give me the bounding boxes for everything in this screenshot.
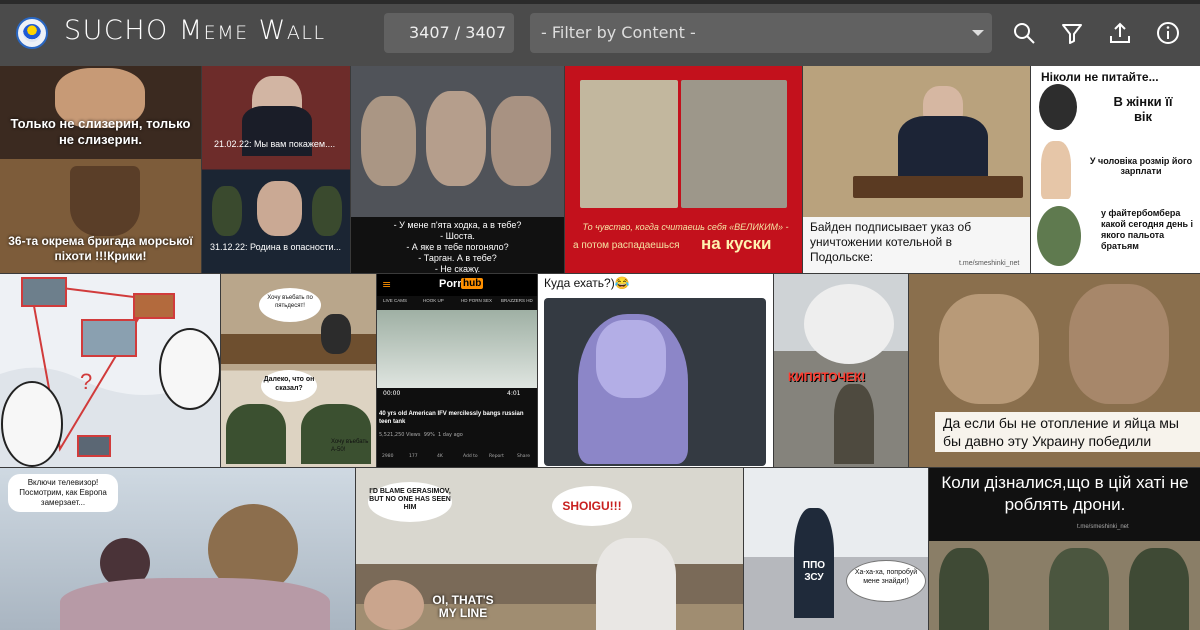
meme-caption: У чоловіка розмір його зарплати bbox=[1089, 156, 1193, 176]
meme-caption: 31.12.22: Родина в опасности... bbox=[210, 242, 341, 252]
meme-tile-video-site-parody[interactable]: ≡ Porn hub LIVE CAMS HOOK UP HD PORN SEX… bbox=[377, 274, 537, 467]
meme-caption: В жінки її вік bbox=[1113, 94, 1173, 124]
meme-caption: у файтербомбера какой сегодня день і яко… bbox=[1101, 208, 1194, 251]
video-stats: 5,521,250 Views 99% 1 day ago bbox=[379, 432, 463, 438]
meme-label: ППО ЗСУ bbox=[802, 560, 826, 583]
meme-caption: КИПЯТОЧЕК! bbox=[788, 370, 866, 384]
meme-tile-heating-and-eggs[interactable]: Да если бы не отопление и яйца мы бы дав… bbox=[909, 274, 1200, 467]
info-icon[interactable] bbox=[1155, 20, 1181, 46]
search-icon[interactable] bbox=[1011, 20, 1037, 46]
meme-caption: Куда ехать?)😂 bbox=[544, 276, 630, 290]
meme-caption: а потом распадаешься bbox=[573, 240, 680, 251]
upload-icon[interactable] bbox=[1107, 20, 1133, 46]
meme-caption: Да если бы не отопление и яйца мы бы дав… bbox=[935, 412, 1200, 452]
meme-tile-biden-signing[interactable]: Байден подписывает указ об уничтожении к… bbox=[803, 66, 1030, 273]
meme-caption: OI, THAT'S MY LINE bbox=[432, 593, 494, 620]
meme-tile-air-defense[interactable]: ППО ЗСУ Ха-ха-ха, попробуй мене знайди!) bbox=[744, 468, 928, 630]
meme-credit: t.me/smeshinki_net bbox=[959, 260, 1020, 267]
meme-tile-putin-speeches[interactable]: 21.02.22: Мы вам покажем.... 31.12.22: Р… bbox=[202, 66, 350, 273]
meme-tile-never-ask[interactable]: Ніколи не питайте... В жінки її вік У чо… bbox=[1031, 66, 1200, 273]
speech-bubble: Ха-ха-ха, попробуй мене знайди!) bbox=[846, 560, 926, 602]
meme-tile-great-breakup[interactable]: То чувство, когда считаешь себя «ВЕЛИКИМ… bbox=[565, 66, 802, 273]
meme-caption: Только не слизерин, только не слизерин. bbox=[10, 116, 191, 147]
meme-caption: Байден подписывает указ об уничтожении к… bbox=[810, 220, 972, 264]
dialog-lines: - У мене п'ята ходка, а в тебе? - Шоста.… bbox=[393, 220, 522, 273]
meme-tile-want-to-whack[interactable]: Хочу въебать по пятьдесят! Далеко, что о… bbox=[221, 274, 376, 467]
sucho-logo[interactable] bbox=[16, 17, 48, 49]
app-title: SUCHO Meme Wall bbox=[64, 15, 326, 46]
meme-tile-kipyatochek[interactable]: КИПЯТОЧЕК! bbox=[774, 274, 908, 467]
svg-text:?: ? bbox=[80, 369, 92, 394]
speech-bubble: Далеко, что он сказал? bbox=[261, 370, 317, 402]
meme-caption: Коли дізналися,що в цій хаті не роблять … bbox=[941, 473, 1189, 514]
meme-caption: То чувство, когда считаешь себя «ВЕЛИКИМ… bbox=[582, 222, 789, 232]
site-logo-badge: hub bbox=[461, 278, 484, 289]
meme-caption: на куски bbox=[701, 234, 772, 253]
meme-counter: 3407 / 3407 bbox=[384, 13, 514, 53]
meme-tile-europe-freezing[interactable]: Включи телевизор! Посмотрим, как Европа … bbox=[0, 468, 355, 630]
meme-tile-shoigu[interactable]: I'D BLAME GERASIMOV, BUT NO ONE HAS SEEN… bbox=[356, 468, 743, 630]
filter-icon[interactable] bbox=[1059, 20, 1085, 46]
meme-caption: 36-та окрема бригада морської піхоти !!!… bbox=[8, 234, 193, 263]
speech-bubble: Хочу въебать по пятьдесят! bbox=[259, 288, 321, 322]
site-header: ≡ Porn hub bbox=[377, 274, 537, 296]
meme-tile-wojak-map[interactable]: ? bbox=[0, 274, 220, 467]
filter-select-value: - Filter by Content - bbox=[541, 23, 696, 42]
speech-bubble: SHOIGU!!! bbox=[552, 486, 632, 526]
video-controls[interactable]: 00:00 4:01 bbox=[377, 390, 537, 400]
top-toolbar: SUCHO Meme Wall 3407 / 3407 - Filter by … bbox=[0, 0, 1200, 66]
speech-bubble: I'D BLAME GERASIMOV, BUT NO ONE HAS SEEN… bbox=[368, 482, 452, 522]
meme-tile-prison-dialog[interactable]: - У мене п'ята ходка, а в тебе? - Шоста.… bbox=[351, 66, 564, 273]
video-title: 40 yrs old American IFV mercilessly bang… bbox=[379, 411, 524, 425]
meme-caption: 21.02.22: Мы вам покажем.... bbox=[214, 139, 336, 149]
video-frame[interactable] bbox=[377, 310, 537, 388]
meme-tile-no-drones[interactable]: Коли дізналися,що в цій хаті не роблять … bbox=[929, 468, 1200, 630]
map-illustration: ? bbox=[0, 277, 220, 467]
meme-tile-where-to-go[interactable]: Куда ехать?)😂 bbox=[538, 274, 773, 467]
meme-credit: t.me/smeshinki_net bbox=[1077, 524, 1129, 530]
speech-bubble: Включи телевизор! Посмотрим, как Европа … bbox=[8, 474, 118, 512]
meme-title: Ніколи не питайте... bbox=[1041, 70, 1159, 84]
site-tabs: LIVE CAMS HOOK UP HD PORN SEX BRAZZERS H… bbox=[383, 298, 533, 303]
meme-tile-harry-potter[interactable]: Только не слизерин, только не слизерин. … bbox=[0, 66, 201, 273]
content-filter-select[interactable]: - Filter by Content - bbox=[530, 13, 992, 53]
chevron-down-icon bbox=[972, 30, 984, 36]
speech-bubble: Хочу въебать А-50! bbox=[331, 439, 369, 453]
